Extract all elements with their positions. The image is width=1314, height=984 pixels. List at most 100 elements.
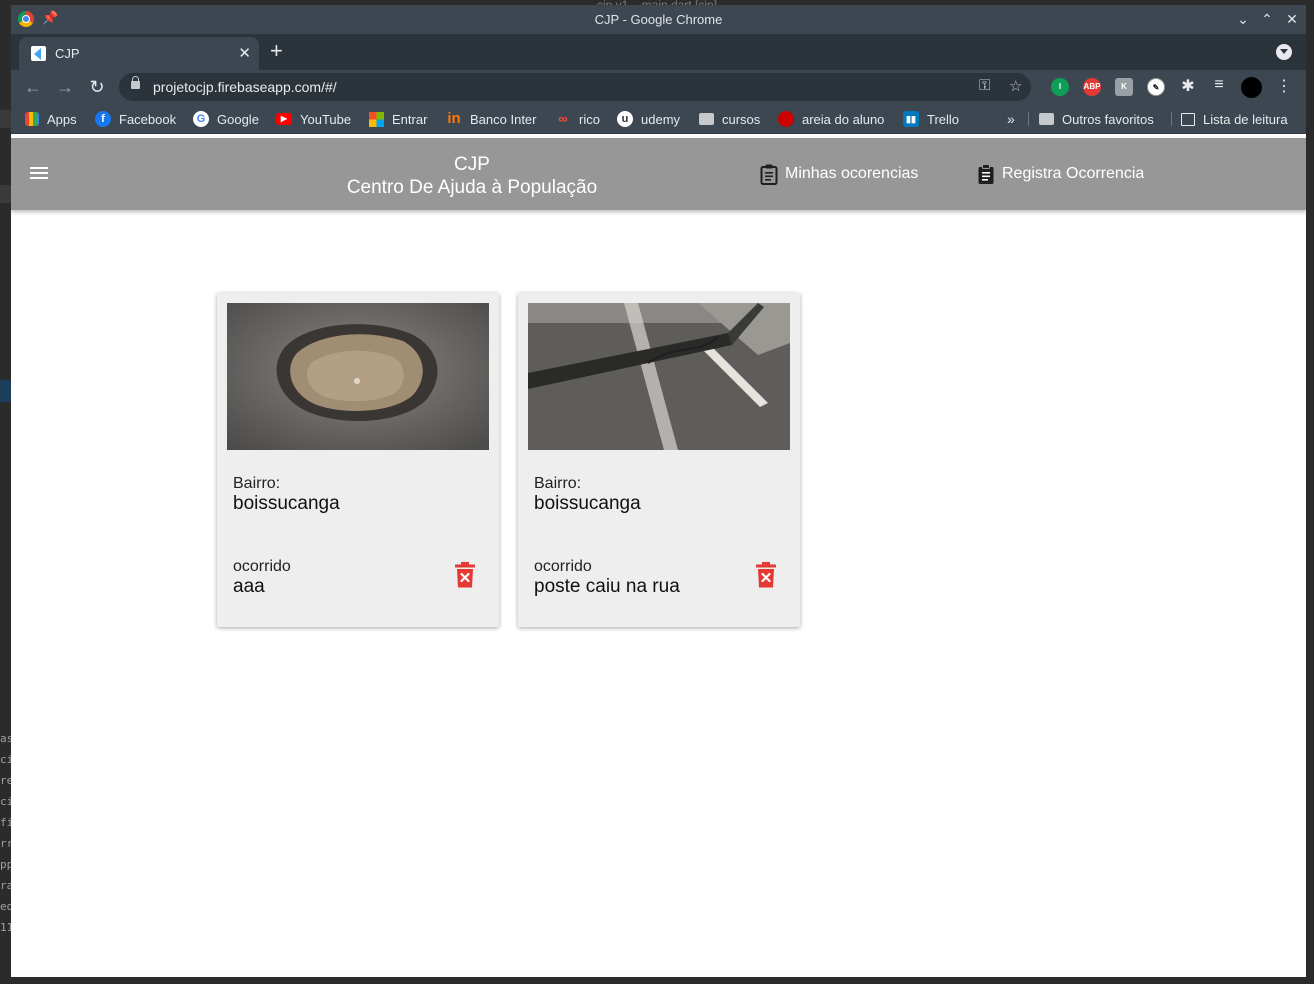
clipboard-icon <box>760 164 778 185</box>
ocorrido-value: poste caiu na rua <box>534 576 680 597</box>
reading-list-button[interactable]: Lista de leitura <box>1181 111 1288 127</box>
title-bar: 📌 CJP - Google Chrome ⌄ ⌃ ✕ <box>11 5 1306 34</box>
bookmark-facebook[interactable]: f Facebook <box>95 111 176 127</box>
delete-trash-icon[interactable] <box>454 561 476 589</box>
close-window-button[interactable]: ✕ <box>1282 9 1302 29</box>
bookmark-label: cursos <box>722 111 761 127</box>
bookmark-label: areia do aluno <box>802 111 885 127</box>
register-occurrence-label: Registra Ocorrencia <box>1002 165 1145 182</box>
bookmark-separator <box>1171 112 1172 126</box>
folder-icon <box>699 113 714 125</box>
browser-toolbar: ← → ↻ projetocjp.firebaseapp.com/#/ ⚿ ☆ … <box>11 70 1306 104</box>
bookmark-label: Outros favoritos <box>1062 111 1154 127</box>
bookmark-label: Lista de leitura <box>1203 111 1288 127</box>
bookmarks-overflow-button[interactable]: » <box>1007 111 1015 127</box>
bookmark-folder-cursos[interactable]: cursos <box>699 111 760 127</box>
bairro-value: boissucanga <box>534 493 641 514</box>
bairro-label: Bairro: <box>534 475 582 492</box>
bookmark-label: Banco Inter <box>470 111 537 127</box>
bookmark-label: udemy <box>641 111 681 127</box>
bookmark-youtube[interactable]: ▶ YouTube <box>276 111 351 127</box>
minimize-button[interactable]: ⌄ <box>1233 9 1253 29</box>
microsoft-icon <box>369 111 384 127</box>
bookmark-label: YouTube <box>300 111 352 127</box>
bairro-label: Bairro: <box>233 475 281 492</box>
bookmark-udemy[interactable]: u udemy <box>617 111 680 127</box>
bookmark-banco-inter[interactable]: in Banco Inter <box>446 110 537 127</box>
ide-strip <box>0 380 11 402</box>
extension-k-icon[interactable]: K <box>1115 78 1133 96</box>
my-occurrences-label: Minhas ocorencias <box>785 165 919 182</box>
profile-avatar[interactable] <box>1241 77 1262 98</box>
ocorrido-label: ocorrido <box>534 558 592 575</box>
app-title: CJP Centro De Ajuda à População <box>311 153 633 199</box>
tab-search-button[interactable] <box>1276 44 1292 60</box>
lock-icon[interactable] <box>131 76 140 89</box>
app-title-short: CJP <box>454 154 490 175</box>
key-icon[interactable]: ⚿ <box>979 77 990 94</box>
bookmark-star-icon[interactable]: ☆ <box>1009 77 1022 95</box>
window-title: CJP - Google Chrome <box>594 12 723 27</box>
url-text[interactable]: projetocjp.firebaseapp.com/#/ <box>153 79 337 95</box>
browser-window: 📌 CJP - Google Chrome ⌄ ⌃ ✕ CJP ✕ + ← → … <box>11 5 1306 977</box>
bookmark-entrar[interactable]: Entrar <box>369 111 427 127</box>
rico-icon: ∞ <box>558 111 568 126</box>
banco-inter-icon: in <box>447 110 461 127</box>
register-occurrence-button[interactable]: Registra Ocorrencia <box>977 162 1144 186</box>
tab-cjp[interactable]: CJP ✕ <box>19 37 259 70</box>
bookmark-areia-do-aluno[interactable]: areia do aluno <box>778 111 884 127</box>
address-bar[interactable]: projetocjp.firebaseapp.com/#/ ⚿ ☆ <box>119 73 1031 101</box>
ide-strip <box>0 110 11 128</box>
bookmark-label: Trello <box>927 111 960 127</box>
adblock-plus-icon[interactable]: ABP <box>1083 78 1101 96</box>
web-page: CJP Centro De Ajuda à População Minhas o… <box>11 135 1306 977</box>
google-icon: G <box>193 111 209 127</box>
bookmarks-bar: Apps f Facebook G Google ▶ YouTube Entra… <box>11 104 1306 134</box>
back-button[interactable]: ← <box>22 76 44 98</box>
bookmark-rico[interactable]: ∞ rico <box>555 111 600 127</box>
forward-button[interactable]: → <box>54 76 76 98</box>
occurrence-card: Bairro: boissucanga ocorrido aaa <box>217 293 499 627</box>
tab-strip: CJP ✕ + <box>11 34 1306 70</box>
extension-avatar-icon[interactable]: ✎ <box>1147 78 1165 96</box>
bookmark-separator <box>1028 112 1029 126</box>
tab-close-icon[interactable]: ✕ <box>238 44 251 62</box>
ocorrido-label: ocorrido <box>233 558 291 575</box>
youtube-icon: ▶ <box>276 113 292 125</box>
bookmark-other-favorites[interactable]: Outros favoritos <box>1039 111 1154 127</box>
reading-list-icon <box>1181 112 1195 126</box>
ide-strip <box>0 185 11 203</box>
maximize-button[interactable]: ⌃ <box>1257 9 1277 29</box>
my-occurrences-button[interactable]: Minhas ocorencias <box>760 162 918 186</box>
app-bar: CJP Centro De Ajuda à População Minhas o… <box>11 138 1306 210</box>
redhat-icon <box>778 111 794 127</box>
flutter-favicon-icon <box>31 46 46 61</box>
browser-menu-icon[interactable]: ⋮ <box>1274 76 1294 96</box>
bookmark-trello[interactable]: ▮▮ Trello <box>903 111 959 127</box>
bookmark-label: Apps <box>47 111 77 127</box>
hamburger-menu-icon[interactable] <box>29 164 49 184</box>
clipboard-filled-icon <box>977 164 994 184</box>
udemy-icon: u <box>617 111 633 127</box>
bookmark-label: rico <box>579 111 600 127</box>
media-queue-icon[interactable]: ≡ <box>1209 76 1229 94</box>
pothole-photo <box>227 303 489 450</box>
reload-button[interactable]: ↻ <box>86 76 108 98</box>
delete-trash-icon[interactable] <box>755 561 777 589</box>
extensions-puzzle-icon[interactable]: ✱ <box>1178 76 1198 96</box>
new-tab-button[interactable]: + <box>270 39 283 63</box>
folder-icon <box>1039 113 1054 125</box>
bookmark-label: Google <box>217 111 259 127</box>
bookmark-google[interactable]: G Google <box>193 111 259 127</box>
ocorrido-value: aaa <box>233 576 265 597</box>
extension-green-icon[interactable]: I <box>1051 78 1069 96</box>
trello-icon: ▮▮ <box>903 111 919 127</box>
apps-grid-icon <box>25 112 39 126</box>
bookmark-apps[interactable]: Apps <box>25 111 77 127</box>
bookmark-label: Facebook <box>119 111 177 127</box>
app-title-full: Centro De Ajuda à População <box>346 177 598 198</box>
bairro-value: boissucanga <box>233 493 340 514</box>
fallen-pole-photo <box>528 303 790 450</box>
occurrence-card: Bairro: boissucanga ocorrido poste caiu … <box>518 293 800 627</box>
bookmark-label: Entrar <box>392 111 428 127</box>
